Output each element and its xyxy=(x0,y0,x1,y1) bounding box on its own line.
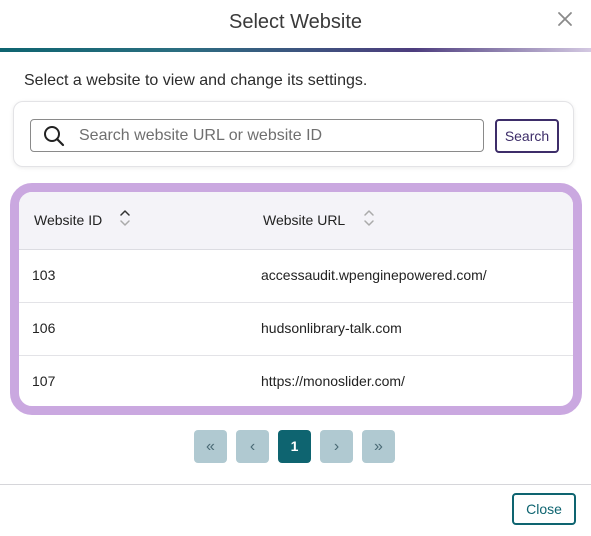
column-header-label: Website URL xyxy=(263,212,346,228)
search-icon xyxy=(44,126,65,147)
next-page-button[interactable]: › xyxy=(320,430,353,463)
first-page-button[interactable]: « xyxy=(194,430,227,463)
column-header-label: Website ID xyxy=(34,212,103,228)
dialog-title: Select Website xyxy=(228,11,363,33)
intro-text: Select a website to view and change its … xyxy=(24,72,368,89)
column-header-website-url[interactable]: Website URL xyxy=(263,192,345,249)
footer-divider xyxy=(0,484,591,485)
website-url-cell: hudsonlibrary-talk.com xyxy=(261,320,402,336)
website-url-cell: https://monoslider.com/ xyxy=(261,373,405,389)
search-field[interactable] xyxy=(30,119,484,152)
table-row[interactable]: 107 https://monoslider.com/ xyxy=(19,355,573,406)
close-icon[interactable] xyxy=(555,9,575,29)
website-id-cell: 107 xyxy=(32,373,56,389)
column-header-website-id[interactable]: Website ID xyxy=(34,192,102,249)
table-row[interactable]: 106 hudsonlibrary-talk.com xyxy=(19,302,573,356)
page-1-button[interactable]: 1 xyxy=(278,430,311,463)
search-button[interactable]: Search xyxy=(495,119,559,153)
website-table: Website ID Website URL 103 accessaudit.w… xyxy=(10,183,582,415)
close-button[interactable]: Close xyxy=(512,493,576,525)
sort-icon[interactable] xyxy=(118,207,132,229)
search-input[interactable] xyxy=(79,124,469,147)
last-page-button[interactable]: » xyxy=(362,430,395,463)
website-url-cell: accessaudit.wpenginepowered.com/ xyxy=(261,267,487,283)
table-row[interactable]: 103 accessaudit.wpenginepowered.com/ xyxy=(19,249,573,303)
header-accent-bar xyxy=(0,48,591,52)
table-header: Website ID Website URL xyxy=(19,192,573,250)
dialog-header: Select Website xyxy=(0,0,591,48)
sort-icon[interactable] xyxy=(362,207,376,229)
search-card: Search xyxy=(13,101,574,167)
website-id-cell: 103 xyxy=(32,267,56,283)
website-id-cell: 106 xyxy=(32,320,56,336)
previous-page-button[interactable]: ‹ xyxy=(236,430,269,463)
